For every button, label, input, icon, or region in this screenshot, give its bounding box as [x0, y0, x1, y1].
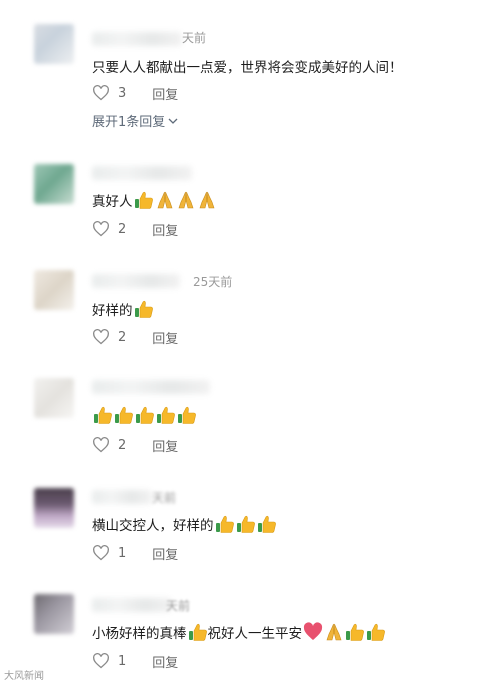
thumbs-up-icon [215, 515, 234, 533]
comment-text: 真好人 [92, 190, 217, 210]
comment-text-body: 横山交控人，好样的 [92, 518, 214, 534]
username-blurred[interactable] [92, 274, 180, 288]
comment-actions: 3 回复 [92, 84, 178, 103]
like-button[interactable]: 2 [92, 329, 126, 345]
comment-time: 天前 [152, 491, 177, 505]
username-blurred[interactable] [92, 380, 210, 394]
folded-hands-icon [199, 191, 214, 209]
heart-outline-icon [93, 329, 109, 345]
avatar[interactable] [34, 164, 74, 204]
reply-button[interactable]: 回复 [152, 652, 178, 671]
heart-outline-icon [93, 545, 109, 561]
like-count: 2 [118, 437, 127, 453]
heart-outline-icon [93, 437, 109, 453]
comment-text-tail: 祝好人一生平安 [207, 626, 303, 642]
like-button[interactable]: 1 [92, 545, 126, 561]
username-blurred[interactable] [92, 166, 192, 180]
thumbs-up-icon [178, 406, 196, 424]
comment-actions: 2 回复 [92, 328, 178, 347]
like-count: 1 [118, 545, 127, 561]
folded-hands-icon [326, 623, 342, 641]
avatar[interactable] [34, 24, 74, 64]
comment-text [92, 405, 197, 425]
comment-text: 横山交控人，好样的 [92, 514, 277, 534]
reply-button[interactable]: 回复 [152, 328, 178, 347]
comment-time: 25天前 [193, 275, 233, 289]
emoji-row [302, 622, 386, 642]
comment-text-body: 只要人人都献出一点爱，世界将会变成美好的人间！ [92, 60, 403, 76]
watermark: 大风新闻 [4, 667, 44, 682]
thumbs-up-icon [134, 191, 153, 209]
comment-actions: 2 回复 [92, 220, 178, 239]
like-count: 3 [118, 85, 127, 101]
thumbs-up-icon [157, 406, 175, 424]
expand-replies-label: 展开1条回复 [92, 115, 166, 130]
avatar[interactable] [34, 270, 74, 310]
like-button[interactable]: 1 [92, 653, 126, 669]
like-button[interactable]: 3 [92, 85, 126, 101]
thumbs-up-icon [367, 623, 385, 641]
comment-text-body: 小杨好样的真棒 [92, 626, 187, 642]
comment-time: 天前 [182, 31, 207, 45]
comment-text: 好样的 [92, 299, 154, 319]
like-button[interactable]: 2 [92, 437, 126, 453]
comment-actions: 1 回复 [92, 652, 178, 671]
avatar[interactable] [34, 378, 74, 418]
emoji-row [214, 514, 277, 534]
emoji-row [133, 299, 154, 319]
reply-button[interactable]: 回复 [152, 220, 178, 239]
thumbs-up-icon [134, 300, 153, 318]
heart-outline-icon [93, 221, 109, 237]
emoji-row [133, 190, 217, 210]
expand-replies-link[interactable]: 展开1条回复 [92, 111, 178, 130]
comment-actions: 2 回复 [92, 436, 178, 455]
heart-outline-icon [93, 85, 109, 101]
thumbs-up-icon [236, 515, 255, 533]
reply-button[interactable]: 回复 [152, 84, 178, 103]
username-blurred[interactable] [92, 32, 182, 46]
comment-text: 只要人人都献出一点爱，世界将会变成美好的人间！ [92, 56, 403, 76]
reply-button[interactable]: 回复 [152, 544, 178, 563]
folded-hands-icon [157, 191, 172, 209]
comment-text-body: 好样的 [92, 303, 133, 319]
comment-time: 天前 [166, 599, 191, 613]
emoji-row [92, 405, 197, 425]
watermark-text: 大风新闻 [4, 671, 44, 682]
thumbs-up-icon [115, 406, 133, 424]
like-button[interactable]: 2 [92, 221, 126, 237]
thumbs-up-icon [188, 623, 207, 641]
thumbs-up-icon [136, 406, 154, 424]
username-blurred[interactable] [92, 598, 172, 612]
comment-text: 小杨好样的真棒 祝好人一生平安 [92, 622, 386, 642]
chevron-down-icon [168, 118, 178, 124]
avatar[interactable] [34, 594, 74, 634]
thumbs-up-icon [94, 406, 112, 424]
thumbs-up-icon [346, 623, 364, 641]
comment-actions: 1 回复 [92, 544, 178, 563]
reply-button[interactable]: 回复 [152, 436, 178, 455]
like-count: 2 [118, 221, 127, 237]
avatar[interactable] [34, 488, 74, 528]
username-blurred[interactable] [92, 490, 152, 504]
comment-text-body: 真好人 [92, 194, 133, 210]
red-heart-icon [303, 622, 323, 640]
like-count: 2 [118, 329, 127, 345]
folded-hands-icon [178, 191, 193, 209]
heart-outline-icon [93, 653, 109, 669]
thumbs-up-icon [257, 515, 276, 533]
emoji-row [187, 622, 208, 642]
like-count: 1 [118, 653, 127, 669]
